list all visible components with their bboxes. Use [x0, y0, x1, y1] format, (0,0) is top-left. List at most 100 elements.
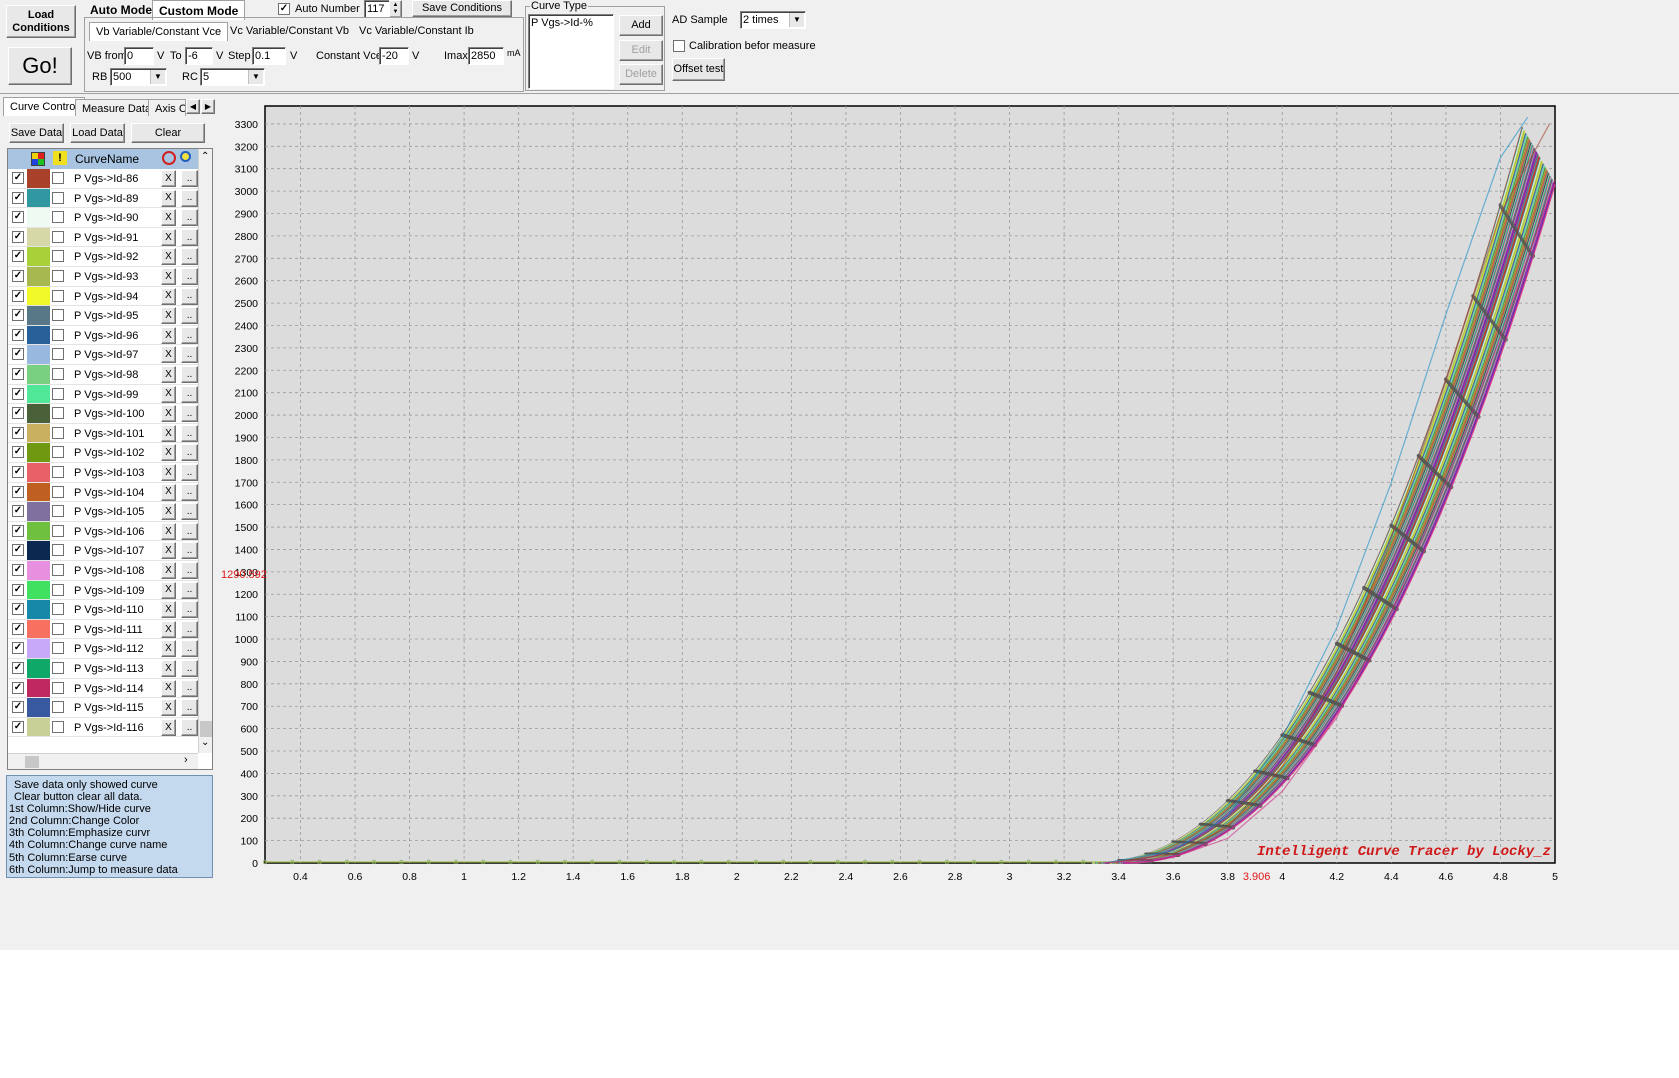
curve-name[interactable]: P Vgs->Id-107	[74, 545, 144, 557]
emphasize-checkbox[interactable]	[52, 250, 64, 263]
curve-row[interactable]: ✓ P Vgs->Id-105 X..	[8, 502, 198, 522]
jump-to-data-button[interactable]: ..	[181, 581, 198, 599]
show-curve-checkbox[interactable]: ✓	[12, 348, 24, 361]
emphasize-checkbox[interactable]	[52, 485, 64, 498]
emphasize-checkbox[interactable]	[52, 309, 64, 322]
emphasize-checkbox[interactable]	[52, 662, 64, 674]
curve-row[interactable]: ✓ P Vgs->Id-107 X..	[8, 541, 198, 561]
curve-color-swatch[interactable]	[27, 698, 50, 718]
show-curve-checkbox[interactable]: ✓	[12, 583, 24, 596]
jump-to-data-button[interactable]: ..	[181, 444, 198, 462]
curve-name[interactable]: P Vgs->Id-100	[74, 408, 144, 420]
load-conditions-button[interactable]: Load Conditions	[6, 5, 76, 38]
erase-curve-button[interactable]: X	[161, 483, 176, 501]
go-button[interactable]: Go!	[8, 47, 72, 85]
show-curve-checkbox[interactable]: ✓	[12, 172, 24, 184]
show-curve-checkbox[interactable]: ✓	[12, 426, 24, 439]
curve-row[interactable]: ✓ P Vgs->Id-111 X..	[8, 619, 198, 640]
curve-name[interactable]: P Vgs->Id-98	[74, 369, 138, 381]
erase-curve-button[interactable]: X	[161, 307, 176, 325]
show-curve-checkbox[interactable]: ✓	[12, 505, 24, 518]
erase-curve-button[interactable]: X	[161, 366, 176, 383]
curve-color-swatch[interactable]	[27, 247, 50, 267]
emphasize-checkbox[interactable]	[52, 328, 64, 341]
erase-curve-button[interactable]: X	[161, 385, 176, 403]
curve-row[interactable]: ✓ P Vgs->Id-115 X..	[8, 698, 198, 718]
show-curve-checkbox[interactable]: ✓	[12, 466, 24, 478]
curve-color-swatch[interactable]	[27, 502, 50, 522]
erase-curve-button[interactable]: X	[161, 405, 176, 423]
curve-color-swatch[interactable]	[27, 325, 50, 345]
emphasize-checkbox[interactable]	[52, 211, 64, 224]
curve-row[interactable]: ✓ P Vgs->Id-108 X..	[8, 561, 198, 581]
jump-to-data-button[interactable]: ..	[181, 562, 198, 579]
emphasize-checkbox[interactable]	[52, 407, 64, 420]
curve-row[interactable]: ✓ P Vgs->Id-97 X..	[8, 345, 198, 365]
emphasize-checkbox[interactable]	[52, 505, 64, 518]
tab-axis-control[interactable]: Axis Co	[148, 99, 186, 116]
curve-row[interactable]: ✓ P Vgs->Id-110 X..	[8, 600, 198, 620]
curve-row[interactable]: ✓ P Vgs->Id-86 X..	[8, 169, 198, 189]
erase-curve-button[interactable]: X	[161, 620, 176, 638]
scroll-down-icon[interactable]: ⌄	[201, 737, 209, 748]
chevron-down-icon[interactable]: ▼	[248, 70, 263, 84]
emphasize-checkbox[interactable]	[52, 368, 64, 380]
curve-name[interactable]: P Vgs->Id-95	[74, 310, 138, 322]
curve-row[interactable]: ✓ P Vgs->Id-93 X..	[8, 267, 198, 287]
curve-color-swatch[interactable]	[27, 463, 50, 482]
step-input[interactable]: 0.1	[252, 47, 286, 65]
jump-to-data-button[interactable]: ..	[181, 424, 198, 442]
show-curve-checkbox[interactable]: ✓	[12, 309, 24, 322]
erase-curve-button[interactable]: X	[161, 679, 176, 697]
emphasize-checkbox[interactable]	[52, 701, 64, 714]
curve-row[interactable]: ✓ P Vgs->Id-113 X..	[8, 659, 198, 679]
auto-number-spinner[interactable]: ▲ ▼	[389, 0, 402, 18]
jump-to-data-button[interactable]: ..	[181, 522, 198, 540]
emphasize-checkbox[interactable]	[52, 446, 64, 459]
curve-color-swatch[interactable]	[27, 404, 50, 424]
auto-number-input[interactable]: 117	[364, 0, 390, 18]
curve-color-swatch[interactable]	[27, 188, 50, 208]
jump-to-data-button[interactable]: ..	[181, 189, 198, 207]
erase-curve-button[interactable]: X	[161, 640, 176, 658]
erase-curve-button[interactable]: X	[161, 581, 176, 599]
curve-name[interactable]: P Vgs->Id-92	[74, 251, 138, 263]
jump-to-data-button[interactable]: ..	[181, 366, 198, 383]
curve-row[interactable]: ✓ P Vgs->Id-92 X..	[8, 247, 198, 267]
curve-row[interactable]: ✓ P Vgs->Id-91 X..	[8, 227, 198, 248]
auto-mode-tab[interactable]: Auto Mode	[90, 3, 152, 17]
curve-color-swatch[interactable]	[27, 600, 50, 620]
erase-curve-button[interactable]: X	[161, 287, 176, 305]
curve-row[interactable]: ✓ P Vgs->Id-101 X..	[8, 423, 198, 444]
curve-name[interactable]: P Vgs->Id-97	[74, 349, 138, 361]
curve-name[interactable]: P Vgs->Id-115	[74, 702, 144, 714]
curve-row[interactable]: ✓ P Vgs->Id-90 X..	[8, 208, 198, 228]
curve-type-item[interactable]: P Vgs->Id-%	[531, 17, 593, 29]
erase-curve-button[interactable]: X	[161, 209, 176, 227]
emphasize-checkbox[interactable]	[52, 191, 64, 204]
show-curve-checkbox[interactable]: ✓	[12, 642, 24, 655]
curve-name[interactable]: P Vgs->Id-96	[74, 330, 138, 342]
curve-name[interactable]: P Vgs->Id-114	[74, 683, 144, 695]
curve-color-swatch[interactable]	[27, 208, 50, 228]
jump-to-data-button[interactable]: ..	[181, 620, 198, 638]
show-curve-checkbox[interactable]: ✓	[12, 622, 24, 635]
show-curve-checkbox[interactable]: ✓	[12, 230, 24, 243]
clear-button[interactable]: Clear	[131, 123, 205, 143]
curve-row[interactable]: ✓ P Vgs->Id-89 X..	[8, 188, 198, 209]
scroll-thumb-h[interactable]	[25, 756, 39, 768]
tab-vb-variable[interactable]: Vb Variable/Constant Vce	[89, 22, 229, 41]
jump-to-data-button[interactable]: ..	[181, 483, 198, 501]
curve-color-swatch[interactable]	[27, 306, 50, 326]
show-curve-checkbox[interactable]: ✓	[12, 681, 24, 694]
jump-to-data-button[interactable]: ..	[181, 248, 198, 266]
curve-row[interactable]: ✓ P Vgs->Id-96 X..	[8, 325, 198, 346]
erase-curve-button[interactable]: X	[161, 444, 176, 462]
jump-to-data-button[interactable]: ..	[181, 464, 198, 481]
curve-color-swatch[interactable]	[27, 580, 50, 600]
jump-to-data-button[interactable]: ..	[181, 346, 198, 364]
tab-vc-variable-vb[interactable]: Vc Variable/Constant Vb	[230, 25, 349, 37]
curve-color-swatch[interactable]	[27, 717, 50, 737]
jump-to-data-button[interactable]: ..	[181, 307, 198, 325]
curve-name-header[interactable]: CurveName	[75, 152, 139, 166]
